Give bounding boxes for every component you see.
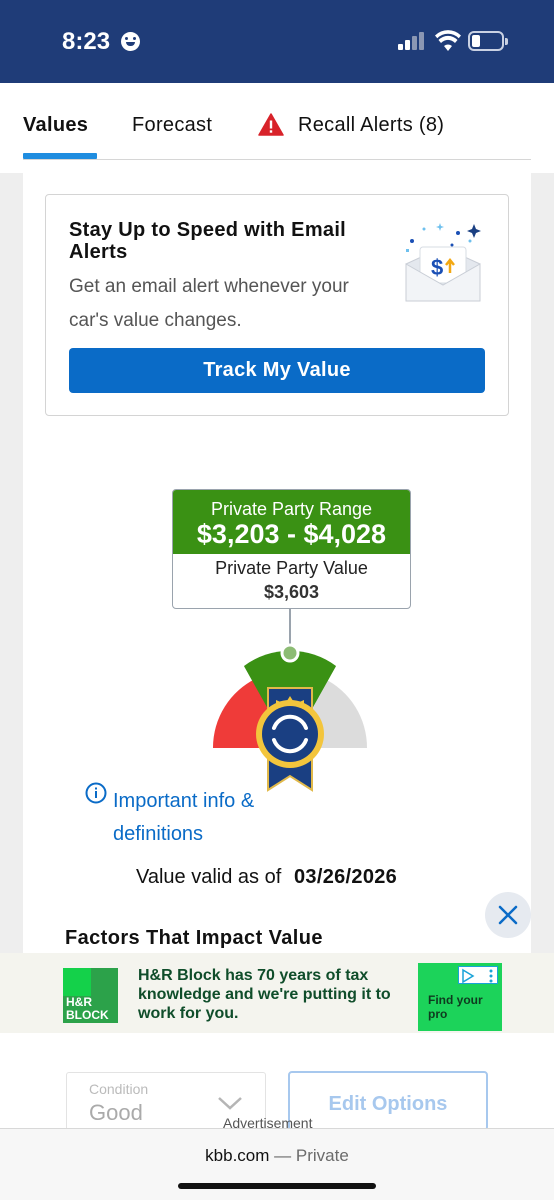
range-value: $3,203 - $4,028 bbox=[196, 519, 387, 549]
important-info-link[interactable]: Important info & definitions bbox=[113, 785, 273, 851]
battery-icon bbox=[468, 31, 508, 51]
cellular-signal-icon bbox=[398, 32, 426, 50]
svg-text:$: $ bbox=[431, 255, 443, 280]
hr-block-logo-text: H&R BLOCK bbox=[66, 995, 109, 1022]
value-gauge-graphic bbox=[212, 608, 368, 792]
browser-address-bar[interactable]: kbb.com — Private bbox=[0, 1128, 554, 1200]
email-alert-card: Stay Up to Speed with Email Alerts Get a… bbox=[45, 194, 509, 416]
ad-banner[interactable]: H&R BLOCK H&R Block has 70 years of tax … bbox=[0, 953, 554, 1033]
edit-options-button[interactable]: Edit Options bbox=[288, 1071, 488, 1131]
tab-values[interactable]: Values bbox=[23, 114, 88, 137]
ad-cta-button[interactable]: Find your pro bbox=[418, 963, 502, 1031]
price-range-box: Private Party Range $3,203 - $4,028 Priv… bbox=[172, 489, 411, 609]
chevron-down-icon bbox=[218, 1097, 242, 1110]
private-party-value: $3,603 bbox=[263, 582, 320, 602]
private-party-value-label: Private Party Value bbox=[215, 558, 368, 578]
close-ad-button[interactable] bbox=[485, 892, 531, 938]
wifi-icon bbox=[435, 30, 461, 51]
ad-choices-icon[interactable] bbox=[458, 966, 498, 984]
private-mode-label: Private bbox=[295, 1146, 349, 1165]
condition-value: Good bbox=[89, 1100, 143, 1125]
tab-forecast[interactable]: Forecast bbox=[132, 114, 212, 137]
face-emoji-icon bbox=[121, 32, 140, 51]
home-indicator[interactable] bbox=[178, 1183, 376, 1189]
value-valid-date: 03/26/2026 bbox=[294, 866, 398, 888]
factors-heading: Factors That Impact Value bbox=[65, 927, 323, 949]
hr-block-logo: H&R BLOCK bbox=[63, 968, 118, 1023]
tab-bar: Values Forecast Recall Alerts (8) bbox=[0, 83, 554, 173]
condition-label: Condition bbox=[89, 1081, 149, 1097]
value-valid-label: Value valid as of bbox=[136, 866, 282, 888]
warning-icon bbox=[258, 113, 284, 136]
domain-text: kbb.com bbox=[205, 1146, 270, 1165]
status-bar: 8:23 bbox=[0, 0, 554, 83]
tab-recall-alerts[interactable]: Recall Alerts (8) bbox=[298, 114, 444, 137]
email-alert-description: Get an email alert whenever your car's v… bbox=[69, 276, 349, 331]
close-icon bbox=[498, 905, 518, 925]
email-envelope-icon: $ bbox=[405, 223, 481, 302]
ad-text: H&R Block has 70 years of tax knowledge … bbox=[138, 967, 391, 1022]
range-label: Private Party Range bbox=[210, 499, 373, 519]
url-text: kbb.com — Private bbox=[205, 1146, 349, 1165]
track-my-value-button[interactable]: Track My Value bbox=[69, 348, 485, 393]
private-party-range-header: Private Party Range $3,203 - $4,028 bbox=[173, 490, 410, 554]
tab-divider bbox=[23, 159, 531, 160]
info-icon bbox=[85, 782, 107, 804]
status-time: 8:23 bbox=[62, 28, 111, 55]
ad-cta-label: Find your pro bbox=[428, 993, 483, 1021]
email-alert-title: Stay Up to Speed with Email Alerts bbox=[69, 219, 347, 263]
